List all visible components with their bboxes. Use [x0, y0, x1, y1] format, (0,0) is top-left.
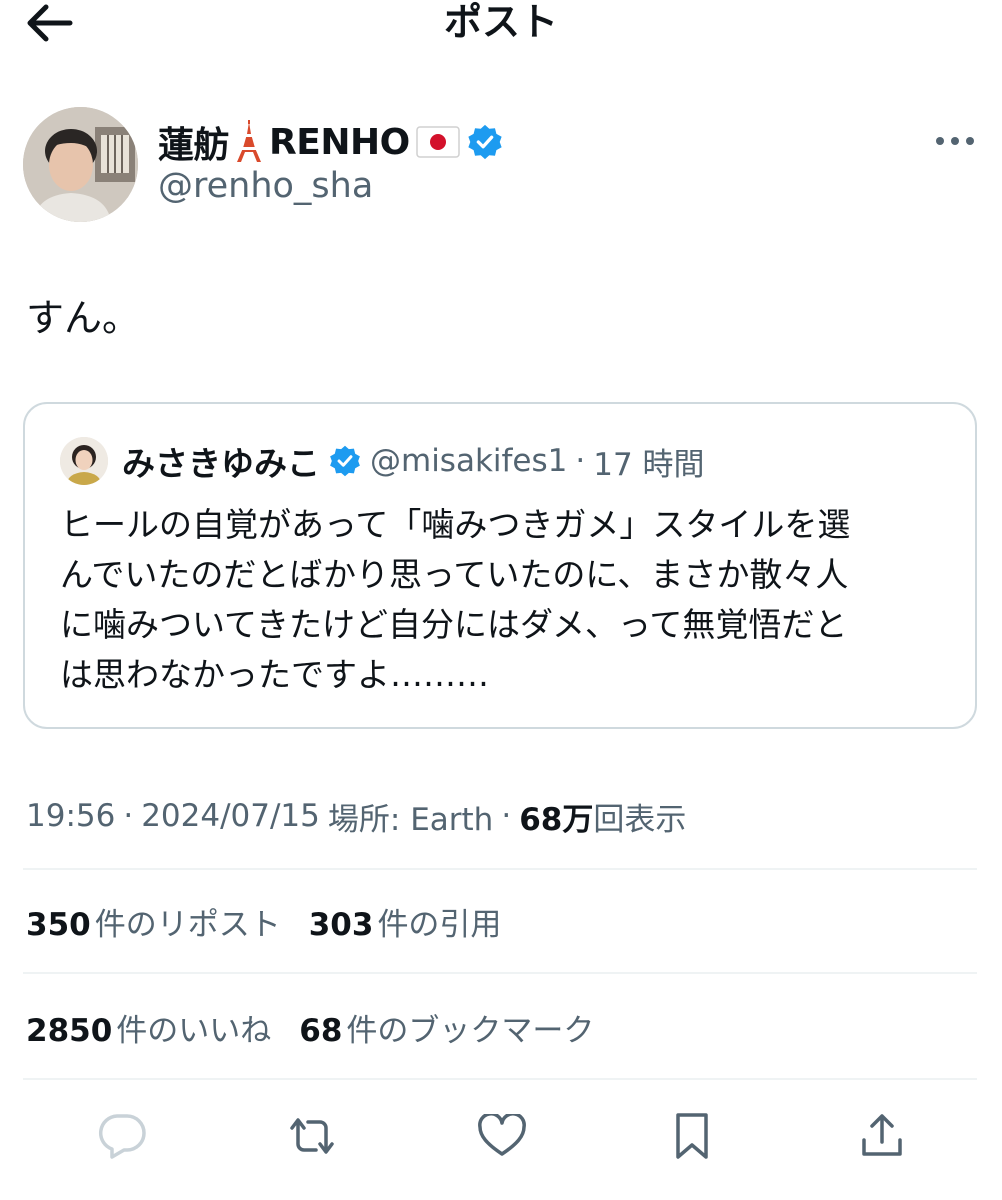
quoted-header: みさきゆみこ @misakifes1 · 17 時間 [122, 436, 705, 486]
quoted-author-handle: @misakifes1 [370, 443, 568, 479]
quoted-author-avatar[interactable] [60, 437, 108, 485]
views-label: 回表示 [593, 801, 687, 838]
quotes-stat[interactable]: 303 件の引用 [309, 899, 502, 944]
reply-icon [98, 1114, 146, 1159]
views-count[interactable]: 68万回表示 [519, 794, 686, 839]
reply-button[interactable] [92, 1106, 152, 1166]
page-title: ポスト [443, 0, 558, 44]
more-options-button[interactable] [934, 126, 976, 156]
like-icon [478, 1114, 526, 1156]
more-dots-icon [936, 137, 974, 145]
post-meta: 19:56 · 2024/07/15 場所: Earth · 68万回表示 [26, 792, 686, 840]
likes-stat[interactable]: 2850 件のいいね [26, 1005, 271, 1050]
quoted-text-line: は思わなかったですよ……… [60, 655, 489, 694]
quoted-timestamp: 17 時間 [593, 446, 705, 483]
quotes-label: 件の引用 [377, 906, 502, 943]
like-button[interactable] [472, 1106, 532, 1166]
meta-separator: · [123, 798, 134, 834]
post-location: 場所: Earth [327, 801, 494, 838]
author-avatar[interactable] [23, 107, 138, 222]
japan-flag-emoji-icon [415, 126, 460, 158]
quoted-author-name: みさきゆみこ [122, 444, 320, 483]
quoted-text: ヒールの自覚があって「噛みつきガメ」スタイルを選 んでいたのだとばかり思っていた… [60, 500, 960, 700]
views-number: 68万 [519, 801, 594, 838]
top-bar: ポスト [0, 0, 1002, 50]
verified-badge-icon [330, 445, 360, 477]
repost-button[interactable] [282, 1106, 342, 1166]
action-bar [0, 1106, 1002, 1166]
avatar-photo [23, 107, 138, 222]
share-icon [862, 1114, 902, 1156]
share-button[interactable] [852, 1106, 912, 1166]
stats-row-reposts: 350 件のリポスト 303 件の引用 [26, 896, 529, 946]
post-text: すん。 [26, 296, 141, 340]
author-display-name: 蓮舫 [158, 125, 230, 166]
author-name-row[interactable]: 蓮舫 RENHO [158, 116, 504, 168]
tokyo-tower-emoji-icon [237, 120, 262, 162]
bookmark-button[interactable] [662, 1106, 722, 1166]
quoted-text-line: ヒールの自覚があって「噛みつきガメ」スタイルを選 [60, 505, 851, 544]
verified-badge-icon [468, 124, 502, 160]
quoted-avatar-photo [60, 437, 108, 485]
divider [23, 1078, 977, 1080]
quoted-text-line: んでいたのだとばかり思っていたのに、まさか散々人 [60, 555, 849, 594]
meta-separator: · [501, 798, 512, 834]
likes-count: 2850 [26, 1012, 113, 1049]
divider [23, 972, 977, 974]
bookmarks-count: 68 [299, 1012, 343, 1049]
bookmark-icon [676, 1113, 708, 1159]
bookmarks-stat[interactable]: 68 件のブックマーク [299, 1005, 594, 1050]
quotes-count: 303 [308, 906, 374, 943]
divider [23, 868, 977, 870]
back-button[interactable] [24, 0, 84, 46]
stats-row-likes: 2850 件のいいね 68 件のブックマーク [26, 1002, 622, 1052]
quoted-separator: · [575, 443, 586, 479]
likes-label: 件のいいね [116, 1012, 272, 1049]
reposts-label: 件のリポスト [94, 906, 281, 943]
post-time: 19:56 [26, 798, 116, 834]
post-date: 2024/07/15 [141, 798, 320, 834]
repost-icon [290, 1118, 334, 1154]
quoted-text-line: に噛みついてきたけど自分にはダメ、って無覚悟だと [60, 605, 848, 644]
author-name-suffix: RENHO [269, 121, 410, 163]
author-handle[interactable]: @renho_sha [158, 166, 373, 206]
reposts-stat[interactable]: 350 件のリポスト [26, 899, 281, 944]
arrow-left-icon [27, 4, 73, 42]
reposts-count: 350 [26, 906, 91, 943]
bookmarks-label: 件のブックマーク [346, 1012, 595, 1049]
